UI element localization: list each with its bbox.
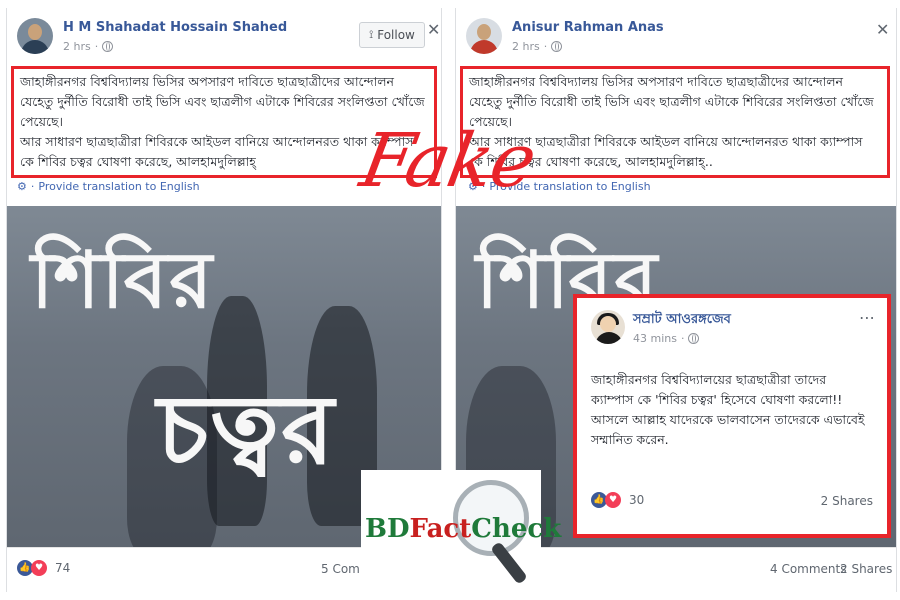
globe-icon xyxy=(551,41,563,52)
embedded-post-meta: 43 mins · xyxy=(633,332,700,345)
road-text-bottom: চত্বর xyxy=(157,374,336,486)
rss-icon: ⟟ xyxy=(369,28,374,41)
close-icon[interactable]: ✕ xyxy=(876,20,889,39)
love-icon: ♥ xyxy=(605,492,621,508)
embedded-shares-count[interactable]: 2 Shares xyxy=(821,494,873,508)
embedded-post: সম্রাট আওরঙ্গজেব 43 mins · ⋯ জাহাঙ্গীরনগ… xyxy=(573,294,891,538)
embedded-post-text: জাহাঙ্গীরনগর বিশ্ববিদ্যালয়ের ছাত্রছাত্র… xyxy=(591,370,875,450)
translate-label: Provide translation to English xyxy=(38,180,200,193)
right-comments-count[interactable]: 4 Comments xyxy=(770,562,847,576)
embedded-reactions[interactable]: 👍 ♥ 30 xyxy=(591,492,644,508)
embedded-post-line: সম্মানিত করেন. xyxy=(591,432,669,447)
love-icon: ♥ xyxy=(31,560,47,576)
left-translate-link[interactable]: ⚙ · Provide translation to English xyxy=(17,180,200,193)
right-post-meta: 2 hrs · xyxy=(512,40,563,53)
right-post-time[interactable]: 2 hrs xyxy=(512,40,540,53)
right-shares-count[interactable]: 2 Shares xyxy=(840,562,892,576)
left-reactions[interactable]: 👍 ♥ 74 xyxy=(17,560,70,576)
close-icon[interactable]: ✕ xyxy=(427,20,440,39)
globe-icon xyxy=(102,41,114,52)
bdfactcheck-logo: BDFactCheck xyxy=(361,470,561,598)
right-post-line: জাহাঙ্গীরনগর বিশ্ববিদ্যালয় ভিসির অপসারণ… xyxy=(469,74,844,89)
follow-label: Follow xyxy=(377,28,415,42)
left-post-line: যেহেতু দুর্নীতি বিরোধী তাই ভিসি এবং ছাত্… xyxy=(20,94,425,109)
left-post-header: H M Shahadat Hossain Shahed 2 hrs · ⟟ Fo… xyxy=(7,8,441,68)
left-post-line: জাহাঙ্গীরনগর বিশ্ববিদ্যালয় ভিসির অপসারণ… xyxy=(20,74,395,89)
reaction-count: 30 xyxy=(629,493,645,507)
globe-icon xyxy=(688,333,700,344)
embedded-post-line: আসলে আল্লাহ যাদেরকে ভালবাসেন তাদেরকে এভা… xyxy=(591,412,865,427)
left-author-avatar[interactable] xyxy=(17,18,53,54)
right-author-avatar[interactable] xyxy=(466,18,502,54)
embedded-post-line: ক্যাম্পাস কে 'শিবির চত্বর' হিসেবে ঘোষণা … xyxy=(591,392,843,407)
road-text-top: শিবির xyxy=(31,236,215,326)
right-post-line: যেহেতু দুর্নীতি বিরোধী তাই ভিসি এবং ছাত্… xyxy=(469,94,874,109)
embedded-post-line: জাহাঙ্গীরনগর বিশ্ববিদ্যালয়ের ছাত্রছাত্র… xyxy=(591,372,827,387)
fake-stamp: Fake xyxy=(354,118,541,204)
follow-button[interactable]: ⟟ Follow xyxy=(359,22,425,48)
logo-text: BDFactCheck xyxy=(365,514,562,544)
embedded-author-avatar[interactable] xyxy=(591,310,625,344)
right-post-header: Anisur Rahman Anas 2 hrs · ✕ xyxy=(456,8,896,68)
reaction-count: 74 xyxy=(55,561,71,575)
gear-icon: ⚙ xyxy=(17,180,27,193)
left-post-meta: 2 hrs · xyxy=(63,40,114,53)
more-options-icon[interactable]: ⋯ xyxy=(859,308,875,327)
embedded-post-time[interactable]: 43 mins xyxy=(633,332,677,345)
left-post-time[interactable]: 2 hrs xyxy=(63,40,91,53)
left-author-name[interactable]: H M Shahadat Hossain Shahed xyxy=(63,20,287,35)
embedded-author-name[interactable]: সম্রাট আওরঙ্গজেব xyxy=(633,310,731,331)
embedded-post-footer: 👍 ♥ 30 2 Shares xyxy=(591,492,873,512)
right-author-name[interactable]: Anisur Rahman Anas xyxy=(512,20,664,35)
left-comments-count[interactable]: 5 Com xyxy=(321,562,360,576)
